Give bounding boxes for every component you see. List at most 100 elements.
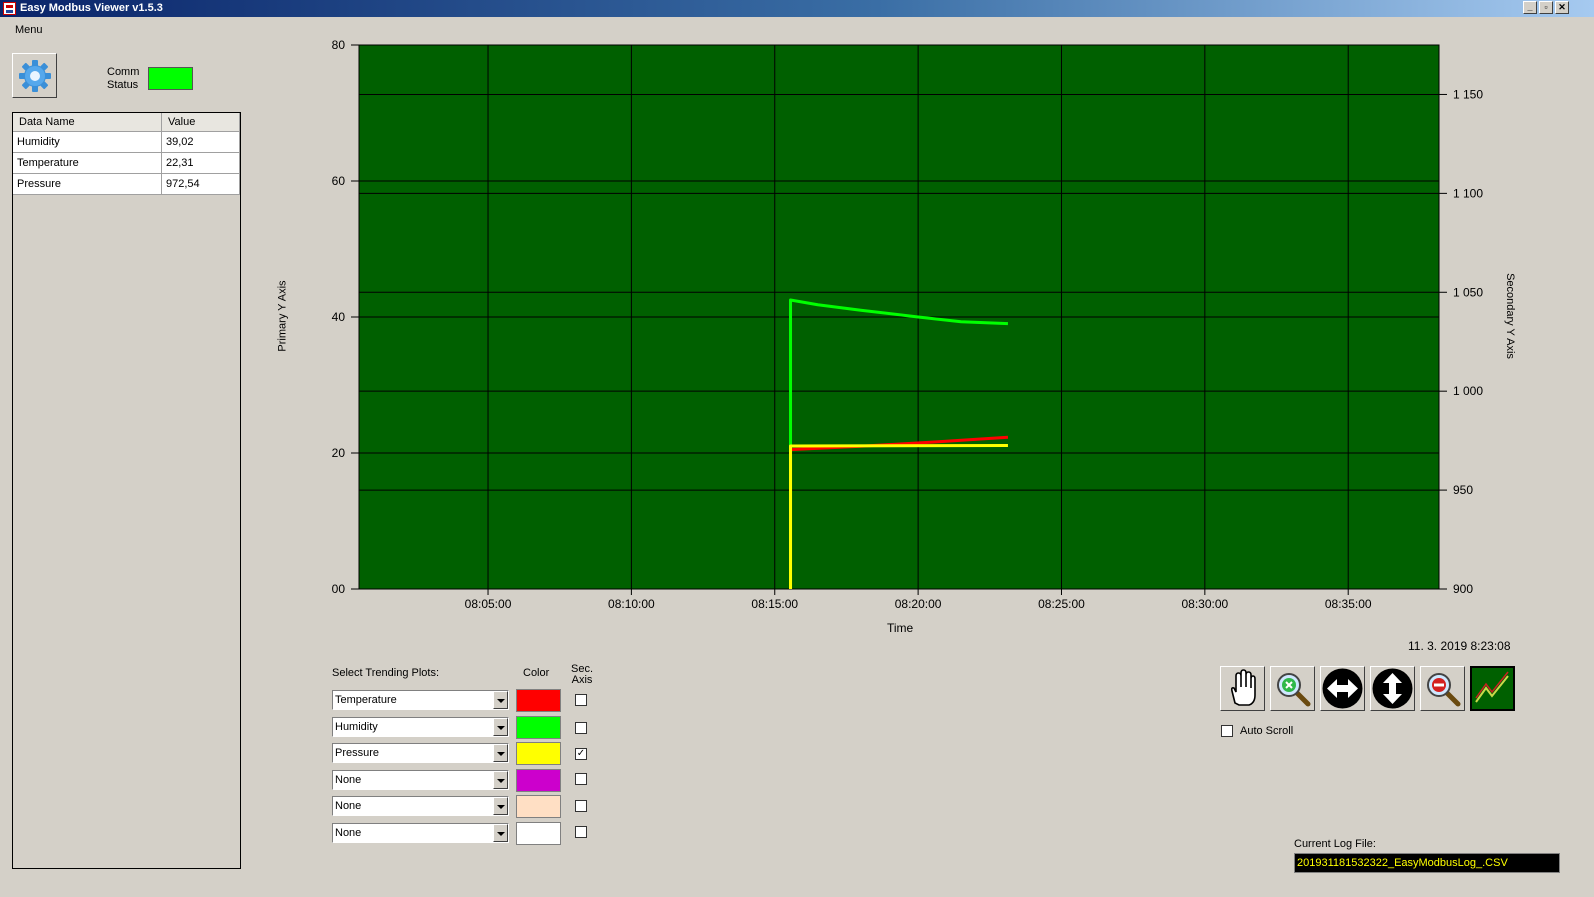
trend-select-4[interactable]: None — [332, 770, 509, 790]
trend-select-value: None — [335, 827, 362, 839]
vertical-zoom-icon — [1372, 668, 1413, 709]
settings-button[interactable] — [12, 53, 57, 98]
color-swatch-2[interactable] — [516, 716, 561, 739]
app-flag-icon — [3, 2, 16, 15]
sec-axis-checkbox-1[interactable] — [575, 694, 587, 706]
sec-axis-checkbox-2[interactable] — [575, 722, 587, 734]
x-tick-label: 08:15:00 — [751, 597, 798, 611]
column-header-data-name[interactable]: Data Name — [13, 113, 162, 132]
chevron-down-icon[interactable] — [493, 797, 508, 815]
y-tick-label: 80 — [332, 38, 346, 52]
minimize-button[interactable]: _ — [1523, 1, 1537, 14]
pan-button[interactable] — [1220, 666, 1265, 711]
sec-header-line2: Axis — [571, 674, 593, 686]
series-line-temperature — [789, 435, 1009, 589]
gear-icon — [19, 60, 51, 92]
trend-view-button[interactable] — [1470, 666, 1515, 711]
trend-select-1[interactable]: Temperature — [332, 690, 509, 710]
cell-value[interactable]: 972,54 — [161, 173, 240, 195]
color-swatch-5[interactable] — [516, 795, 561, 818]
y2-tick-label: 1 050 — [1453, 285, 1483, 299]
zoom-reset-icon — [1427, 673, 1461, 707]
zoom-in-button[interactable] — [1270, 666, 1315, 711]
menu-item[interactable]: Menu — [15, 24, 43, 36]
title-bar: Easy Modbus Viewer v1.5.3 _ ▫ ✕ — [0, 0, 1594, 17]
comm-status-indicator — [148, 67, 193, 90]
chevron-down-icon[interactable] — [493, 691, 508, 709]
y-axis-title: Primary Y Axis — [276, 280, 289, 352]
cell-value[interactable]: 39,02 — [161, 131, 240, 153]
x-tick-label: 08:10:00 — [608, 597, 655, 611]
y-tick-label: 40 — [332, 310, 346, 324]
trend-select-value: Pressure — [335, 747, 380, 759]
window-title: Easy Modbus Viewer v1.5.3 — [20, 2, 163, 14]
comm-label-line2: Status — [107, 79, 139, 91]
trend-select-2[interactable]: Humidity — [332, 717, 509, 737]
sec-axis-checkbox-3[interactable]: ✓ — [575, 748, 587, 760]
color-swatch-3[interactable] — [516, 742, 561, 765]
log-file-label: Current Log File: — [1294, 838, 1376, 850]
chevron-down-icon[interactable] — [493, 744, 508, 762]
x-tick-label: 08:20:00 — [895, 597, 942, 611]
x-tick-label: 08:05:00 — [465, 597, 512, 611]
cell-data-name[interactable]: Temperature — [13, 152, 162, 174]
table-row[interactable]: Humidity 39,02 — [13, 131, 240, 153]
y-tick-label: 60 — [332, 174, 346, 188]
trend-select-6[interactable]: None — [332, 823, 509, 843]
color-swatch-1[interactable] — [516, 689, 561, 712]
current-datetime: 11. 3. 2019 8:23:08 — [1408, 639, 1511, 653]
y-tick-label: 00 — [332, 582, 346, 596]
zoom-reset-button[interactable] — [1420, 666, 1465, 711]
close-button[interactable]: ✕ — [1555, 1, 1569, 14]
log-file-field[interactable]: 201931181532322_EasyModbusLog_.CSV — [1294, 853, 1560, 873]
vertical-zoom-button[interactable] — [1370, 666, 1415, 711]
color-swatch-6[interactable] — [516, 822, 561, 845]
cell-data-name[interactable]: Pressure — [13, 173, 162, 195]
chevron-down-icon[interactable] — [493, 824, 508, 842]
horizontal-zoom-button[interactable] — [1320, 666, 1365, 711]
data-table: Data Name Value Humidity 39,02 Temperatu… — [13, 113, 240, 195]
comm-label-line1: Comm — [107, 66, 140, 78]
x-tick-label: 08:25:00 — [1038, 597, 1085, 611]
zoom-in-icon — [1277, 673, 1311, 707]
y2-tick-label: 1 150 — [1453, 87, 1483, 101]
table-row[interactable]: Pressure 972,54 — [13, 173, 240, 195]
column-header-value[interactable]: Value — [161, 113, 240, 132]
auto-scroll-label[interactable]: Auto Scroll — [1240, 725, 1293, 737]
plot-area — [358, 44, 1440, 590]
horizontal-zoom-icon — [1322, 668, 1363, 709]
trend-select-value: Temperature — [335, 694, 397, 706]
cell-data-name[interactable]: Humidity — [13, 131, 162, 153]
y-tick-label: 20 — [332, 446, 346, 460]
sec-axis-column-header: Sec. Axis — [571, 664, 593, 686]
menu-bar: Menu — [0, 17, 240, 41]
trend-select-3[interactable]: Pressure — [332, 743, 509, 763]
y2-tick-label: 1 000 — [1453, 384, 1483, 398]
trend-select-value: None — [335, 800, 362, 812]
chevron-down-icon[interactable] — [493, 718, 508, 736]
x-tick-label: 08:35:00 — [1325, 597, 1372, 611]
sec-axis-checkbox-5[interactable] — [575, 800, 587, 812]
x-tick-label: 08:30:00 — [1181, 597, 1228, 611]
sec-axis-checkbox-6[interactable] — [575, 826, 587, 838]
table-header-row: Data Name Value — [13, 113, 240, 132]
trend-select-value: Humidity — [335, 721, 378, 733]
y2-tick-label: 1 100 — [1453, 186, 1483, 200]
restore-button[interactable]: ▫ — [1539, 1, 1553, 14]
x-axis-title: Time — [887, 621, 914, 635]
pan-hand-icon — [1230, 669, 1256, 706]
color-column-header: Color — [523, 667, 550, 679]
sec-axis-checkbox-4[interactable] — [575, 773, 587, 785]
auto-scroll-checkbox[interactable] — [1221, 725, 1233, 737]
trend-select-5[interactable]: None — [332, 796, 509, 816]
trend-select-value: None — [335, 774, 362, 786]
series-line-humidity — [789, 298, 1009, 589]
y2-tick-label: 950 — [1453, 483, 1473, 497]
table-row[interactable]: Temperature 22,31 — [13, 152, 240, 174]
color-swatch-4[interactable] — [516, 769, 561, 792]
cell-value[interactable]: 22,31 — [161, 152, 240, 174]
chevron-down-icon[interactable] — [493, 771, 508, 789]
trend-chart-icon — [1475, 671, 1509, 703]
trending-plots-label: Select Trending Plots: — [332, 667, 440, 679]
y2-axis-title: Secondary Y Axis — [1503, 273, 1516, 359]
